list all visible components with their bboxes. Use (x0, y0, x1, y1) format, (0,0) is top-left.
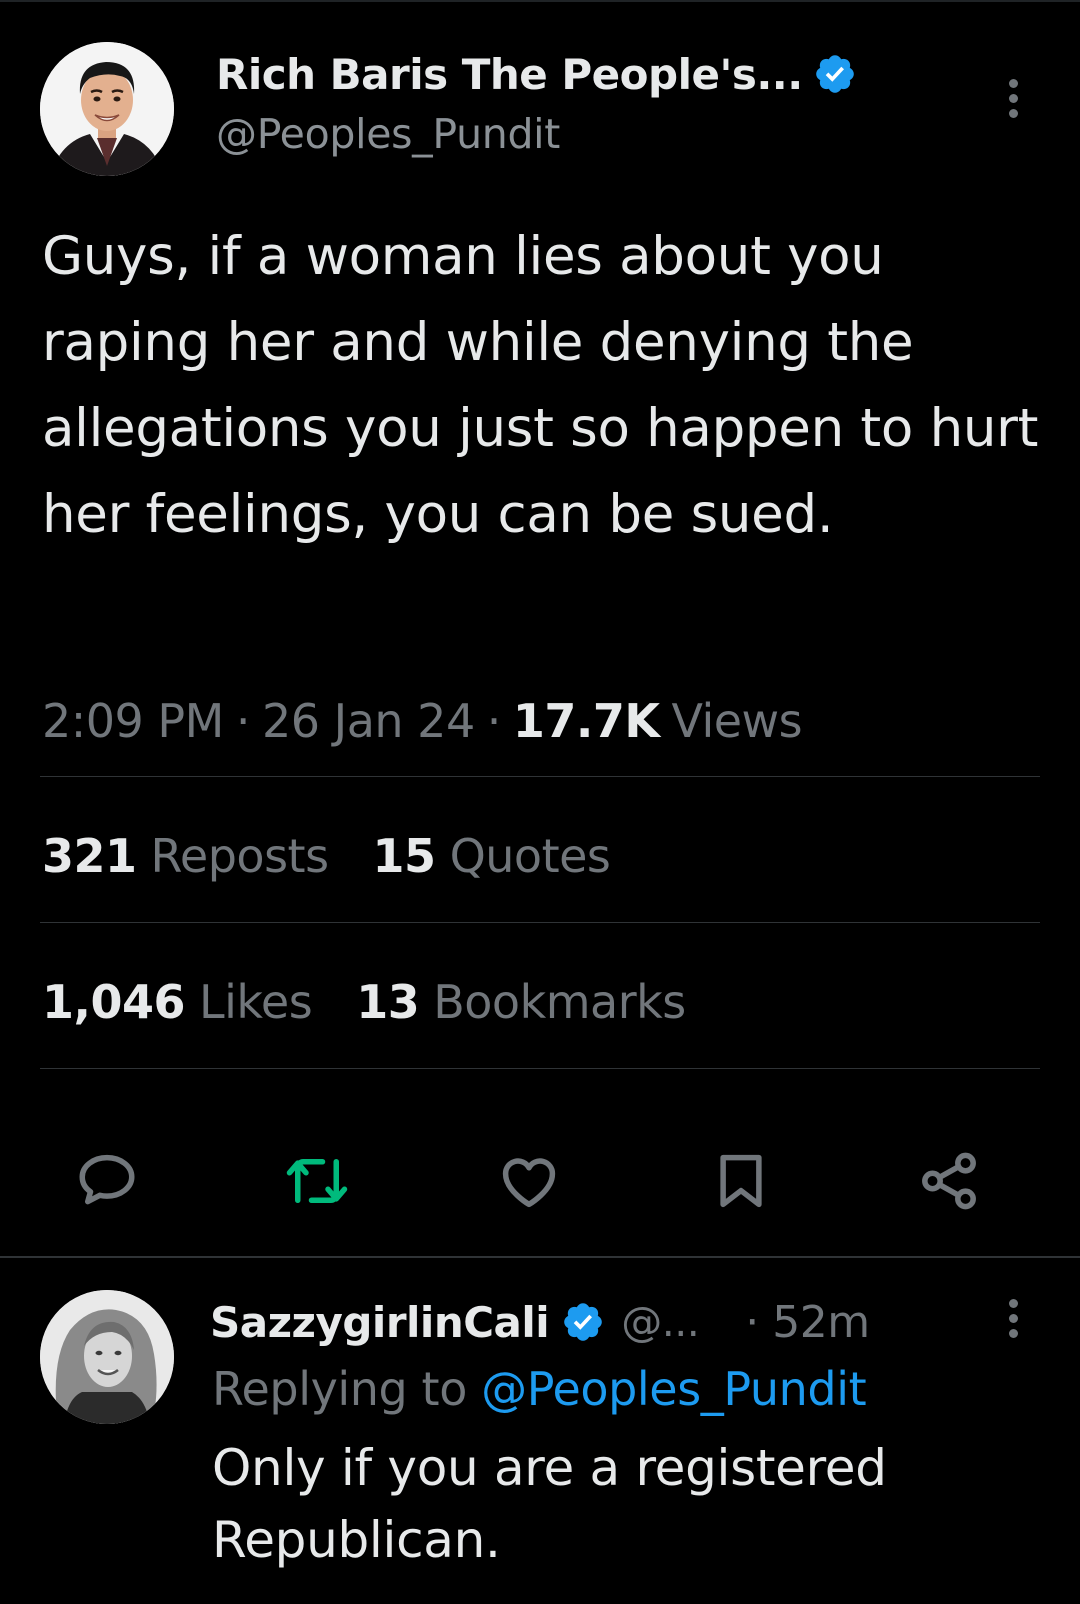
bookmarks-stat[interactable]: 13 Bookmarks (356, 975, 686, 1029)
engagement-stats-row: 1,046 Likes 13 Bookmarks (42, 972, 730, 1032)
engagement-stats-row: 321 Reposts 15 Quotes (42, 826, 654, 886)
tweet-text: Guys, if a woman lies about you raping h… (42, 226, 1039, 545)
divider (40, 922, 1040, 923)
more-options-icon[interactable] (998, 1296, 1028, 1341)
divider (40, 1068, 1040, 1069)
reply-time[interactable]: · 52m (745, 1297, 870, 1348)
author-handle[interactable]: @Peoples_Pundit (216, 110, 560, 158)
like-icon[interactable] (494, 1146, 564, 1216)
author-name-row[interactable]: Rich Baris The People's... (216, 44, 857, 104)
verified-badge-icon (564, 1303, 602, 1341)
replying-to: Replying to @Peoples_Pundit (212, 1362, 867, 1416)
section-divider (0, 1256, 1080, 1258)
reply-author-avatar[interactable] (40, 1290, 174, 1424)
replying-to-label: Replying to (212, 1362, 467, 1416)
quotes-stat[interactable]: 15 Quotes (373, 829, 611, 883)
bookmarks-count: 13 (356, 975, 420, 1029)
tweet-metadata: 2:09 PM · 26 Jan 24 · 17.7K Views (42, 690, 803, 752)
reply-display-name[interactable]: SazzygirlinCali (210, 1298, 550, 1347)
more-options-icon[interactable] (998, 76, 1028, 121)
reply-handle[interactable]: @... (621, 1298, 700, 1346)
reply-header: SazzygirlinCali @... · 52m (210, 1290, 870, 1354)
reposts-stat[interactable]: 321 Reposts (42, 829, 329, 883)
reply-icon[interactable] (72, 1146, 142, 1216)
divider (40, 776, 1040, 777)
likes-count: 1,046 (42, 975, 186, 1029)
bookmark-icon[interactable] (706, 1146, 776, 1216)
views-label: Views (671, 694, 803, 748)
meta-separator: · (235, 694, 251, 748)
reply-text: Only if you are a registered Republican. (212, 1439, 887, 1569)
meta-separator: · (486, 694, 502, 748)
likes-label: Likes (199, 975, 313, 1029)
verified-badge-icon (815, 55, 854, 93)
author-display-name[interactable]: Rich Baris The People's... (216, 50, 803, 99)
reposts-label: Reposts (150, 829, 330, 883)
reposts-count: 321 (42, 829, 137, 883)
quotes-label: Quotes (449, 829, 611, 883)
quotes-count: 15 (372, 829, 437, 883)
top-border (0, 0, 1080, 2)
replying-to-handle-link[interactable]: @Peoples_Pundit (481, 1362, 866, 1416)
views-count: 17.7K (512, 694, 660, 748)
likes-stat[interactable]: 1,046 Likes (42, 975, 313, 1029)
tweet-date[interactable]: 26 Jan 24 (262, 694, 475, 748)
author-avatar[interactable] (40, 42, 174, 176)
share-icon[interactable] (914, 1146, 984, 1216)
tweet-time[interactable]: 2:09 PM (42, 694, 224, 748)
repost-icon[interactable] (282, 1146, 352, 1216)
bookmarks-label: Bookmarks (433, 975, 686, 1029)
